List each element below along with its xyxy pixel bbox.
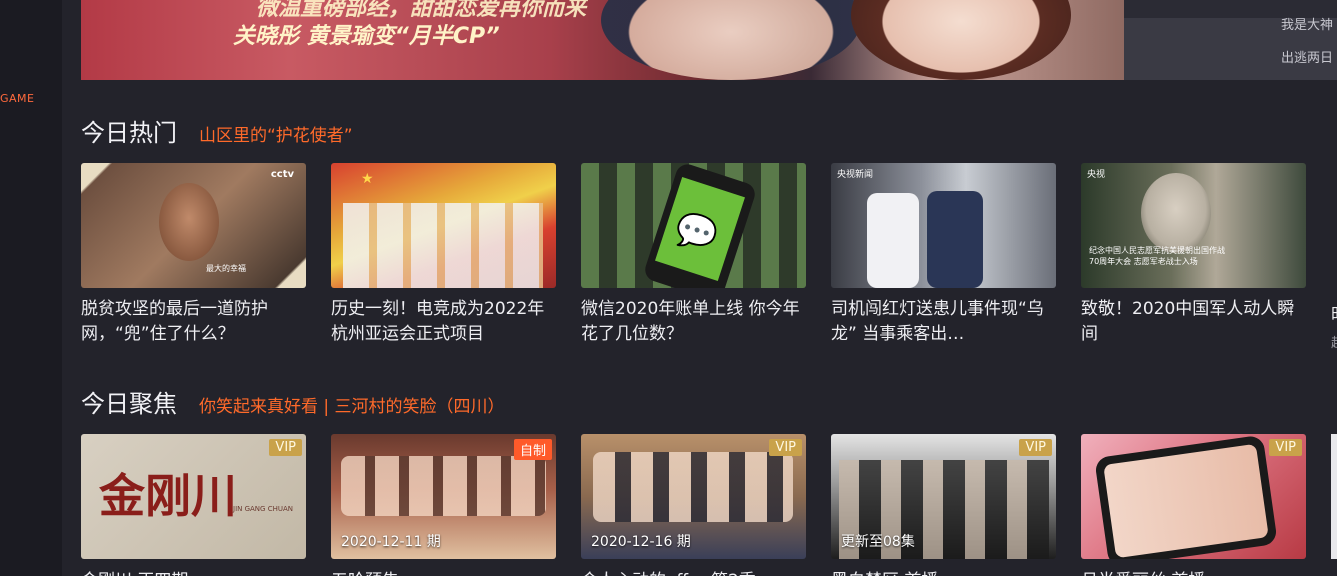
video-title[interactable]: 金刚川 正四期… (81, 566, 205, 576)
video-title[interactable]: 微信2020年账单上线 你今年花了几位数？ (581, 297, 806, 347)
vip-badge: VIP (269, 439, 302, 456)
video-thumbnail[interactable]: VIP 更新至08集 (831, 434, 1056, 559)
thumbnail-veteran (1141, 173, 1211, 253)
partial-card-meta: 超 (1331, 332, 1337, 351)
left-sidebar: GAME (0, 0, 62, 576)
video-card[interactable]: VIP 2020-12-16 期 (581, 434, 806, 559)
video-thumbnail[interactable]: cctv 最大的幸福 (81, 163, 306, 288)
video-card[interactable]: 纪念中国人民志愿军抗美援朝出国作战70周年大会 志愿军老战士入场 央视 致敬！2… (1081, 163, 1306, 347)
hero-banner[interactable]: 微温重磅部经，甜甜恋爱再你而来 关晓彤 黄景瑜变“月半CP” 我是大神 出逃两日 (81, 0, 1337, 80)
video-title[interactable]: 令人心动的offer 第2季 (581, 566, 756, 576)
video-card[interactable]: VIP 更新至08集 (831, 434, 1056, 559)
video-thumbnail[interactable]: VIP (1081, 434, 1306, 559)
video-card[interactable]: 自制 2020-12-11 期 (331, 434, 556, 559)
section-subtitle-hot[interactable]: 山区里的“护花使者” (199, 121, 353, 146)
thumbnail-caption: 纪念中国人民志愿军抗美援朝出国作战70周年大会 志愿军老战士入场 (1089, 246, 1225, 266)
video-title[interactable]: 历史一刻！电竞成为2022年杭州亚运会正式项目 (331, 297, 556, 347)
video-title[interactable]: 脱贫攻坚的最后一道防护网，“兜”住了什么？ (81, 297, 306, 347)
section-subtitle-focus[interactable]: 你笑起来真好看 | 三河村的笑脸（四川） (199, 392, 505, 417)
episode-label: 2020-12-16 期 (591, 534, 691, 550)
person-right (927, 191, 983, 288)
vip-badge: VIP (769, 439, 802, 456)
video-title[interactable]: 致敬！2020中国军人动人瞬间 (1081, 297, 1306, 347)
thumbnail-cast (341, 456, 546, 516)
self-made-badge: 自制 (513, 439, 552, 460)
sidebar-item-game[interactable]: GAME (0, 92, 35, 105)
title-art: 金刚川 (99, 469, 237, 523)
section-title-focus: 今日聚焦 (81, 390, 177, 418)
video-thumbnail[interactable]: 💬 (581, 163, 806, 288)
video-thumbnail[interactable]: ★ (331, 163, 556, 288)
section-title-hot: 今日热门 (81, 119, 177, 147)
video-title[interactable]: 司机闯红灯送患儿事件现“乌龙” 当事乘客出… (831, 297, 1056, 347)
episode-label: 2020-12-11 期 (341, 534, 441, 550)
video-card[interactable]: cctv 最大的幸福 脱贫攻坚的最后一道防护网，“兜”住了什么？ (81, 163, 306, 347)
video-title[interactable]: 五哈预告 … (331, 566, 421, 576)
vip-badge: VIP (1269, 439, 1302, 456)
thumbnail-cast (593, 452, 793, 522)
cctv-news-icon: 央视 (1087, 170, 1106, 180)
person-left (867, 193, 919, 288)
video-thumbnail[interactable]: 纪念中国人民志愿军抗美援朝出国作战70周年大会 志愿军老战士入场 央视 (1081, 163, 1306, 288)
episode-label: 更新至08集 (841, 534, 915, 550)
banner-headline: 关晓彤 黄景瑜变“月半CP” (233, 24, 500, 49)
video-thumbnail[interactable]: 金刚川 JIN GANG CHUAN VIP (81, 434, 306, 559)
video-card[interactable]: VIP (1081, 434, 1306, 559)
thumbnail-face (159, 183, 219, 261)
vip-badge: VIP (1019, 439, 1052, 456)
banner-side-item[interactable]: 我是大神 (1281, 14, 1333, 33)
video-card[interactable]: 金刚川 JIN GANG CHUAN VIP (81, 434, 306, 559)
title-art-sub: JIN GANG CHUAN (233, 505, 293, 513)
video-card[interactable]: 央视新闻 司机闯红灯送患儿事件现“乌龙” 当事乘客出… (831, 163, 1056, 347)
flag-icon: ★ (361, 171, 374, 187)
cctv-logo-icon: cctv (270, 169, 294, 180)
thumbnail-caption: 最大的幸福 (206, 264, 246, 273)
cctv-news-icon: 央视新闻 (837, 170, 874, 180)
video-title[interactable]: 黑白禁区 首播 (831, 566, 938, 576)
video-title[interactable]: 月半爱丽丝 首播 (1081, 566, 1205, 576)
partial-card-title[interactable]: 时 (1331, 300, 1337, 325)
partial-card-thumbnail[interactable] (1331, 434, 1337, 559)
video-thumbnail[interactable]: 自制 2020-12-11 期 (331, 434, 556, 559)
video-card[interactable]: 💬 微信2020年账单上线 你今年花了几位数？ (581, 163, 806, 347)
video-thumbnail[interactable]: VIP 2020-12-16 期 (581, 434, 806, 559)
video-card[interactable]: ★ 历史一刻！电竞成为2022年杭州亚运会正式项目 (331, 163, 556, 347)
video-thumbnail[interactable]: 央视新闻 (831, 163, 1056, 288)
banner-side-item[interactable]: 出逃两日 (1281, 47, 1333, 66)
thumbnail-players (343, 203, 543, 288)
